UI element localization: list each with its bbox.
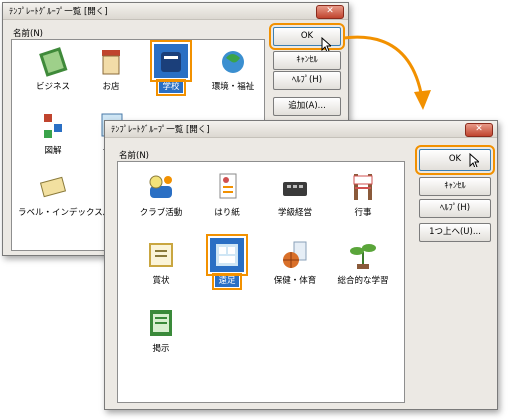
front-up-button[interactable]: 1つ上へ(U)...	[419, 223, 491, 242]
back-item-environment[interactable]: 環境・福祉	[198, 44, 268, 93]
diagram-icon	[36, 108, 70, 142]
club-activity-icon	[144, 170, 178, 204]
excursion-icon	[206, 234, 248, 276]
back-item-label: 環境・福祉	[211, 82, 255, 92]
front-template-list[interactable]: クラブ活動 はり紙 学級経営 行事 賞状 遠足 保健・体育 総合的な学習 掲示	[117, 161, 405, 403]
health-pe-icon	[278, 238, 312, 272]
event-icon	[346, 170, 380, 204]
back-close-button[interactable]: ✕	[316, 5, 344, 19]
front-help-button[interactable]: ﾍﾙﾌﾟ(H)	[419, 199, 491, 218]
front-ok-button[interactable]: OK	[415, 145, 495, 175]
back-dialog-title: ﾃﾝﾌﾟﾚｰﾄｸﾞﾙｰﾌﾟ一覧 [開く]	[9, 7, 108, 17]
back-item-label: 学校	[156, 79, 186, 96]
bulletin-board-icon	[144, 306, 178, 340]
mouse-cursor-icon	[469, 153, 479, 167]
poster-icon	[210, 170, 244, 204]
front-item-label: 学級経営	[277, 208, 312, 218]
front-item-label: はり紙	[214, 208, 240, 218]
front-item-label: 賞状	[152, 276, 170, 286]
shop-sign-icon	[94, 44, 128, 78]
label-icon	[36, 170, 70, 204]
front-item-excursion[interactable]: 遠足	[192, 234, 262, 290]
front-item-club-activity[interactable]: クラブ活動	[126, 170, 196, 219]
school-bag-icon	[150, 40, 192, 82]
front-item-integrated-study[interactable]: 総合的な学習	[328, 238, 398, 287]
integrated-study-icon	[346, 238, 380, 272]
front-cancel-button[interactable]: ｷｬﾝｾﾙ	[419, 177, 491, 196]
globe-icon	[216, 44, 250, 78]
front-item-label: クラブ活動	[139, 208, 183, 218]
book-icon	[36, 44, 70, 78]
front-item-class-management[interactable]: 学級経営	[260, 170, 330, 219]
front-item-label: 総合的な学習	[337, 276, 389, 286]
front-dialog: ﾃﾝﾌﾟﾚｰﾄｸﾞﾙｰﾌﾟ一覧 [開く] ✕ 名前(N) クラブ活動 はり紙 学…	[104, 120, 498, 410]
front-dialog-titlebar: ﾃﾝﾌﾟﾚｰﾄｸﾞﾙｰﾌﾟ一覧 [開く] ✕	[105, 121, 497, 138]
front-item-health-pe[interactable]: 保健・体育	[260, 238, 330, 287]
front-item-bulletin[interactable]: 掲示	[126, 306, 196, 355]
front-item-certificate[interactable]: 賞状	[126, 238, 196, 287]
front-item-label: 保健・体育	[273, 276, 317, 286]
front-item-label: 掲示	[152, 344, 170, 354]
certificate-icon	[144, 238, 178, 272]
front-item-poster[interactable]: はり紙	[192, 170, 262, 219]
back-name-label: 名前(N)	[13, 29, 43, 39]
back-dialog-titlebar: ﾃﾝﾌﾟﾚｰﾄｸﾞﾙｰﾌﾟ一覧 [開く] ✕	[3, 3, 348, 20]
front-dialog-title: ﾃﾝﾌﾟﾚｰﾄｸﾞﾙｰﾌﾟ一覧 [開く]	[111, 125, 210, 135]
front-item-event[interactable]: 行事	[328, 170, 398, 219]
transition-arrow-icon	[343, 35, 431, 110]
front-close-button[interactable]: ✕	[465, 123, 493, 137]
class-management-icon	[278, 170, 312, 204]
front-name-label: 名前(N)	[119, 151, 149, 161]
back-item-school[interactable]: 学校	[136, 40, 206, 96]
front-item-label: 遠足	[212, 273, 242, 290]
front-item-label: 行事	[354, 208, 372, 218]
